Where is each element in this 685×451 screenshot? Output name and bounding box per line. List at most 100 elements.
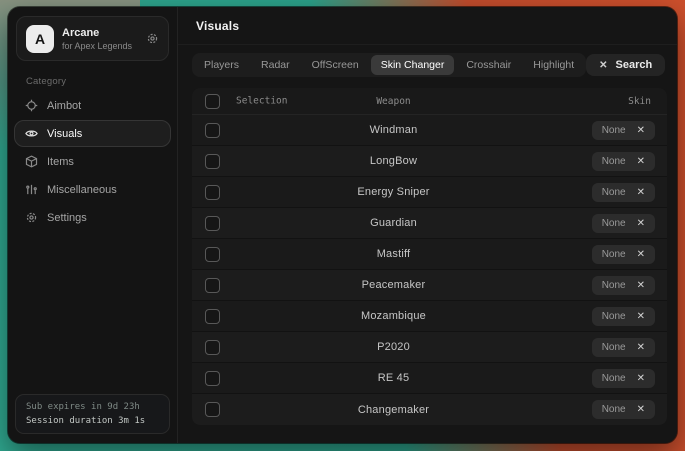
row-checkbox[interactable]: [205, 216, 220, 231]
tab-highlight[interactable]: Highlight: [523, 55, 584, 75]
skin-select-chip[interactable]: None ✕: [592, 152, 655, 171]
table-body: Windman None ✕ LongBow None ✕ Energy Sni…: [192, 115, 667, 425]
table-row: LongBow None ✕: [192, 146, 667, 177]
row-checkbox[interactable]: [205, 247, 220, 262]
tab-crosshair[interactable]: Crosshair: [456, 55, 521, 75]
header-mid-cell: Selection Weapon: [236, 96, 551, 107]
app-logo: A: [26, 25, 54, 53]
weapon-name: Guardian: [370, 217, 417, 229]
skin-value: None: [602, 218, 626, 229]
skin-value: None: [602, 342, 626, 353]
skin-select-chip[interactable]: None ✕: [592, 307, 655, 326]
sidebar-item-miscellaneous[interactable]: Miscellaneous: [14, 176, 171, 203]
row-checkbox[interactable]: [205, 402, 220, 417]
column-header-skin: Skin: [551, 96, 667, 107]
table-row: Energy Sniper None ✕: [192, 177, 667, 208]
skin-select-chip[interactable]: None ✕: [592, 183, 655, 202]
skin-value: None: [602, 249, 626, 260]
weapon-name: Mastiff: [377, 248, 411, 260]
tab-players[interactable]: Players: [194, 55, 249, 75]
main-titlebar: Visuals: [178, 7, 677, 45]
tab-bar: PlayersRadarOffScreenSkin ChangerCrossha…: [192, 53, 586, 77]
app-title: Arcane: [62, 27, 132, 39]
row-checkbox[interactable]: [205, 154, 220, 169]
row-checkbox[interactable]: [205, 340, 220, 355]
skin-value: None: [602, 404, 626, 415]
eye-icon: [25, 127, 38, 140]
skin-select-chip[interactable]: None ✕: [592, 245, 655, 264]
row-checkbox[interactable]: [205, 185, 220, 200]
table-row: Windman None ✕: [192, 115, 667, 146]
category-label: Category: [26, 76, 177, 87]
box-icon: [25, 155, 38, 168]
skin-select-chip[interactable]: None ✕: [592, 214, 655, 233]
row-checkbox[interactable]: [205, 309, 220, 324]
desktop-background: A Arcane for Apex Legends Category Aimbo…: [0, 0, 685, 451]
main-panel: Visuals PlayersRadarOffScreenSkin Change…: [178, 7, 677, 443]
clear-skin-icon[interactable]: ✕: [637, 311, 645, 322]
row-checkbox[interactable]: [205, 123, 220, 138]
weapon-name: Windman: [370, 124, 418, 136]
gear-icon[interactable]: [146, 32, 159, 45]
sidebar-item-visuals[interactable]: Visuals: [14, 120, 171, 147]
clear-skin-icon[interactable]: ✕: [637, 218, 645, 229]
clear-skin-icon[interactable]: ✕: [637, 125, 645, 136]
skin-select-chip[interactable]: None ✕: [592, 121, 655, 140]
weapon-name: LongBow: [370, 155, 417, 167]
page-title: Visuals: [196, 19, 239, 33]
search-icon: ✕: [599, 60, 607, 71]
skin-value: None: [602, 187, 626, 198]
table-row: Mozambique None ✕: [192, 301, 667, 332]
sub-expires-text: Sub expires in 9d 23h: [26, 402, 159, 412]
weapon-name: Peacemaker: [362, 279, 426, 291]
app-meta: Arcane for Apex Legends: [62, 27, 132, 51]
table-header-row: Selection Weapon Skin: [192, 88, 667, 115]
skin-select-chip[interactable]: None ✕: [592, 400, 655, 419]
skin-value: None: [602, 311, 626, 322]
skin-value: None: [602, 125, 626, 136]
sidebar-item-settings[interactable]: Settings: [14, 204, 171, 231]
row-checkbox[interactable]: [205, 371, 220, 386]
sidebar-item-items[interactable]: Items: [14, 148, 171, 175]
select-all-checkbox[interactable]: [205, 94, 220, 109]
sidebar-item-label: Settings: [47, 212, 87, 224]
sidebar-nav: Aimbot Visuals Items Miscellaneous Setti…: [8, 92, 177, 231]
clear-skin-icon[interactable]: ✕: [637, 156, 645, 167]
skin-select-chip[interactable]: None ✕: [592, 338, 655, 357]
weapon-name: Energy Sniper: [357, 186, 429, 198]
tab-skin-changer[interactable]: Skin Changer: [371, 55, 455, 75]
subscription-info-card: Sub expires in 9d 23h Session duration 3…: [15, 394, 170, 434]
app-header-card: A Arcane for Apex Legends: [16, 16, 169, 61]
search-button[interactable]: ✕ Search: [586, 54, 665, 76]
table-row: Peacemaker None ✕: [192, 270, 667, 301]
sidebar-item-aimbot[interactable]: Aimbot: [14, 92, 171, 119]
app-window: A Arcane for Apex Legends Category Aimbo…: [8, 7, 677, 443]
search-button-label: Search: [616, 59, 653, 71]
tab-radar[interactable]: Radar: [251, 55, 300, 75]
crosshair-icon: [25, 99, 38, 112]
skin-select-chip[interactable]: None ✕: [592, 369, 655, 388]
weapon-name: Changemaker: [358, 404, 429, 416]
clear-skin-icon[interactable]: ✕: [637, 342, 645, 353]
tab-offscreen[interactable]: OffScreen: [302, 55, 369, 75]
weapon-name: RE 45: [378, 372, 410, 384]
skin-value: None: [602, 156, 626, 167]
clear-skin-icon[interactable]: ✕: [637, 187, 645, 198]
sidebar-item-label: Items: [47, 156, 74, 168]
skin-select-chip[interactable]: None ✕: [592, 276, 655, 295]
app-subtitle: for Apex Legends: [62, 41, 132, 51]
table-row: P2020 None ✕: [192, 332, 667, 363]
skin-value: None: [602, 373, 626, 384]
weapon-name: Mozambique: [361, 310, 426, 322]
column-header-selection: Selection: [236, 96, 287, 107]
clear-skin-icon[interactable]: ✕: [637, 249, 645, 260]
clear-skin-icon[interactable]: ✕: [637, 373, 645, 384]
table-row: Mastiff None ✕: [192, 239, 667, 270]
table-row: Guardian None ✕: [192, 208, 667, 239]
row-checkbox[interactable]: [205, 278, 220, 293]
weapon-name: P2020: [377, 341, 410, 353]
clear-skin-icon[interactable]: ✕: [637, 404, 645, 415]
table-row: Changemaker None ✕: [192, 394, 667, 425]
clear-skin-icon[interactable]: ✕: [637, 280, 645, 291]
sidebar-item-label: Aimbot: [47, 100, 81, 112]
